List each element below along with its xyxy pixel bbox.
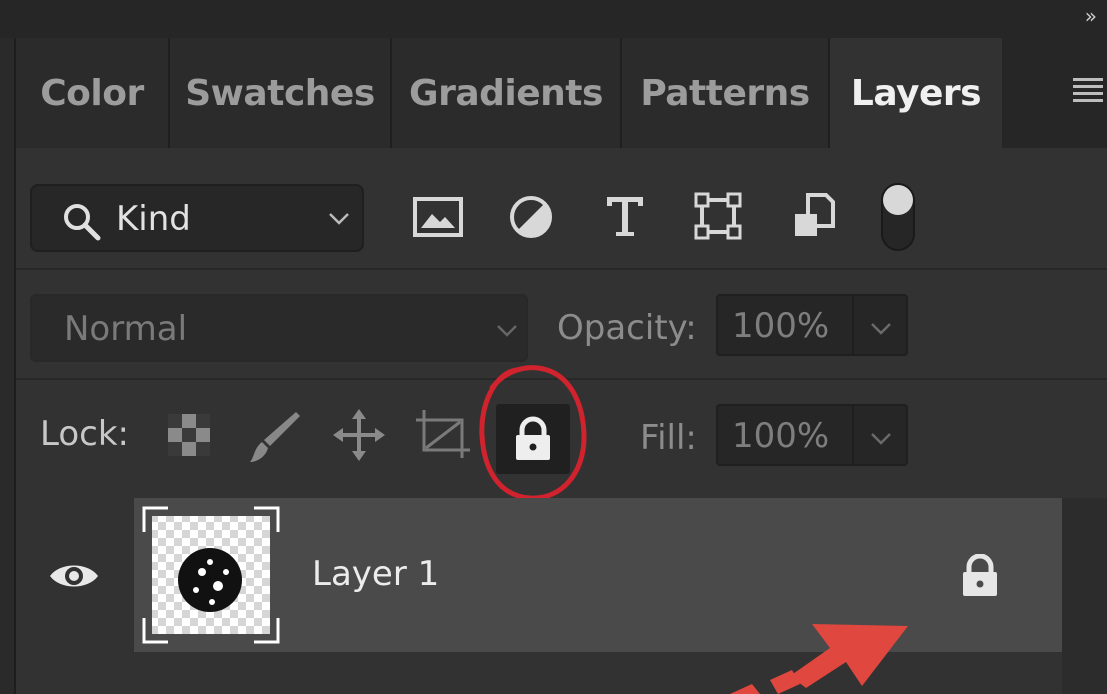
panel-scroll-track[interactable] xyxy=(1062,498,1107,694)
fill-label: Fill: xyxy=(640,418,697,458)
lock-image-pixels-icon[interactable] xyxy=(246,408,302,464)
layer-filter-kind-select[interactable]: Kind xyxy=(30,184,364,252)
adjustment-layer-filter-icon[interactable] xyxy=(508,194,554,240)
filter-toggle-switch[interactable] xyxy=(878,180,918,254)
blend-mode-select[interactable]: Normal xyxy=(30,294,528,362)
type-layer-filter-icon[interactable] xyxy=(604,194,646,238)
fill-field[interactable]: 100% xyxy=(716,404,908,466)
panel-menu-icon[interactable] xyxy=(1073,78,1103,106)
tab-patterns[interactable]: Patterns xyxy=(622,38,830,148)
layer-row[interactable]: Layer 1 xyxy=(134,498,1062,652)
search-icon xyxy=(64,204,101,241)
layer-locked-icon[interactable] xyxy=(960,554,1000,598)
chevron-down-icon xyxy=(497,325,517,337)
tab-label: Swatches xyxy=(185,72,375,114)
tab-layers[interactable]: Layers xyxy=(830,38,1002,148)
tab-gradients[interactable]: Gradients xyxy=(392,38,622,148)
lock-artboard-icon[interactable] xyxy=(414,408,472,460)
blend-mode-value: Normal xyxy=(64,309,188,349)
divider xyxy=(16,268,1107,270)
dock-left-edge xyxy=(0,38,16,694)
fill-value: 100% xyxy=(732,416,830,456)
tab-color[interactable]: Color xyxy=(16,38,170,148)
tab-label: Gradients xyxy=(409,72,603,114)
layer-thumbnail[interactable] xyxy=(142,506,280,644)
layer-visibility-eye-icon[interactable] xyxy=(48,560,100,592)
lock-label: Lock: xyxy=(40,414,129,454)
panel-dock-top-bar: » xyxy=(0,0,1107,38)
chevron-down-icon[interactable] xyxy=(870,322,892,336)
tab-swatches[interactable]: Swatches xyxy=(170,38,392,148)
tab-label: Patterns xyxy=(640,72,810,114)
field-divider xyxy=(852,406,854,464)
panel-tab-bar: Color Swatches Gradients Patterns Layers xyxy=(16,38,1107,148)
pixel-layer-filter-icon[interactable] xyxy=(412,196,464,238)
annotation-red-circle xyxy=(479,365,587,501)
opacity-field[interactable]: 100% xyxy=(716,294,908,356)
field-divider xyxy=(852,296,854,354)
lock-position-icon[interactable] xyxy=(332,408,386,462)
opacity-value: 100% xyxy=(732,306,830,346)
layer-name[interactable]: Layer 1 xyxy=(312,554,439,594)
chevron-down-icon xyxy=(329,213,349,225)
shape-layer-filter-icon[interactable] xyxy=(694,192,742,240)
opacity-label: Opacity: xyxy=(557,308,697,348)
lock-transparent-pixels-icon[interactable] xyxy=(166,412,212,458)
smart-object-filter-icon[interactable] xyxy=(792,192,836,240)
chevron-down-icon[interactable] xyxy=(870,432,892,446)
tab-label: Layers xyxy=(850,72,982,114)
collapse-panels-button[interactable]: » xyxy=(1085,4,1097,28)
kind-select-value: Kind xyxy=(116,199,191,239)
layer-thumbnail-image xyxy=(142,506,280,644)
annotation-red-arrow xyxy=(730,624,908,694)
tab-label: Color xyxy=(40,72,144,114)
